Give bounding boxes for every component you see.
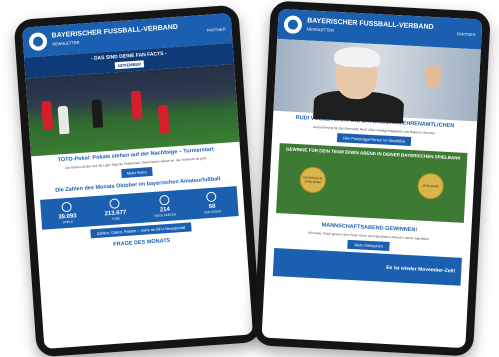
brand-name: BAYERISCHER FUSSBALL-VERBAND NEWSLETTER — [306, 17, 434, 33]
medal-right: SPIELBANK — [417, 172, 445, 200]
stat-item: 214 ROTE KARTEN — [153, 195, 176, 218]
winners-button[interactable]: Hier Preisträger*innen im Überblick — [336, 133, 412, 147]
stat-label: LIVETICKER — [203, 209, 222, 215]
brand-name: BAYERISCHER FUSSBALL-VERBAND NEWSLETTER — [51, 23, 179, 47]
stat-label: ROTE KARTEN — [154, 212, 176, 219]
left-newsletter-screen: BAYERISCHER FUSSBALL-VERBAND NEWSLETTER … — [22, 13, 253, 349]
spielbank-promo: GEWINNE FÜR DEIN TEAM EINEN ABEND IN DEI… — [276, 143, 468, 224]
soccer-match-image — [25, 63, 240, 157]
partner-logo: PARTNER — [206, 25, 226, 33]
stat-item: 39.093 SPIELE — [57, 201, 77, 225]
participate-button[interactable]: Jetzt mitmachen — [347, 240, 390, 252]
stat-icon — [206, 191, 217, 203]
thumbs-up-icon — [424, 64, 443, 88]
player-figure — [91, 99, 104, 128]
month-badge: NOVEMBER — [114, 60, 145, 70]
stat-item: 68 LIVETICKER — [202, 191, 222, 215]
partner-logo: PARTNER — [456, 30, 476, 37]
player-figure — [41, 100, 54, 130]
right-tablet: BAYERISCHER FUSSBALL-VERBAND NEWSLETTER … — [253, 0, 491, 357]
player-figure — [157, 104, 170, 134]
right-newsletter-screen: BAYERISCHER FUSSBALL-VERBAND NEWSLETTER … — [261, 8, 483, 349]
medal-left: BAYERISCHE SPIELBANK — [299, 166, 327, 194]
rudi-voeller-photo — [273, 38, 481, 124]
left-tablet: BAYERISCHER FUSSBALL-VERBAND NEWSLETTER … — [13, 4, 262, 357]
read-more-button[interactable]: Mehr lesen — [120, 167, 154, 179]
stat-icon — [61, 201, 73, 213]
bfv-logo-icon — [28, 31, 48, 52]
promo-title: GEWINNE FÜR DEIN TEAM EINEN ABEND IN DEI… — [285, 146, 461, 161]
movember-banner[interactable]: Es ist wieder Movember-Zeit! — [272, 248, 462, 287]
player-figure — [57, 105, 70, 135]
photo-hair — [333, 45, 381, 69]
player-figure — [130, 90, 143, 120]
bfv-logo-icon — [283, 15, 303, 35]
stat-item: 213.677 TORE — [104, 198, 127, 221]
stat-icon — [158, 195, 170, 206]
stat-icon — [109, 198, 121, 210]
